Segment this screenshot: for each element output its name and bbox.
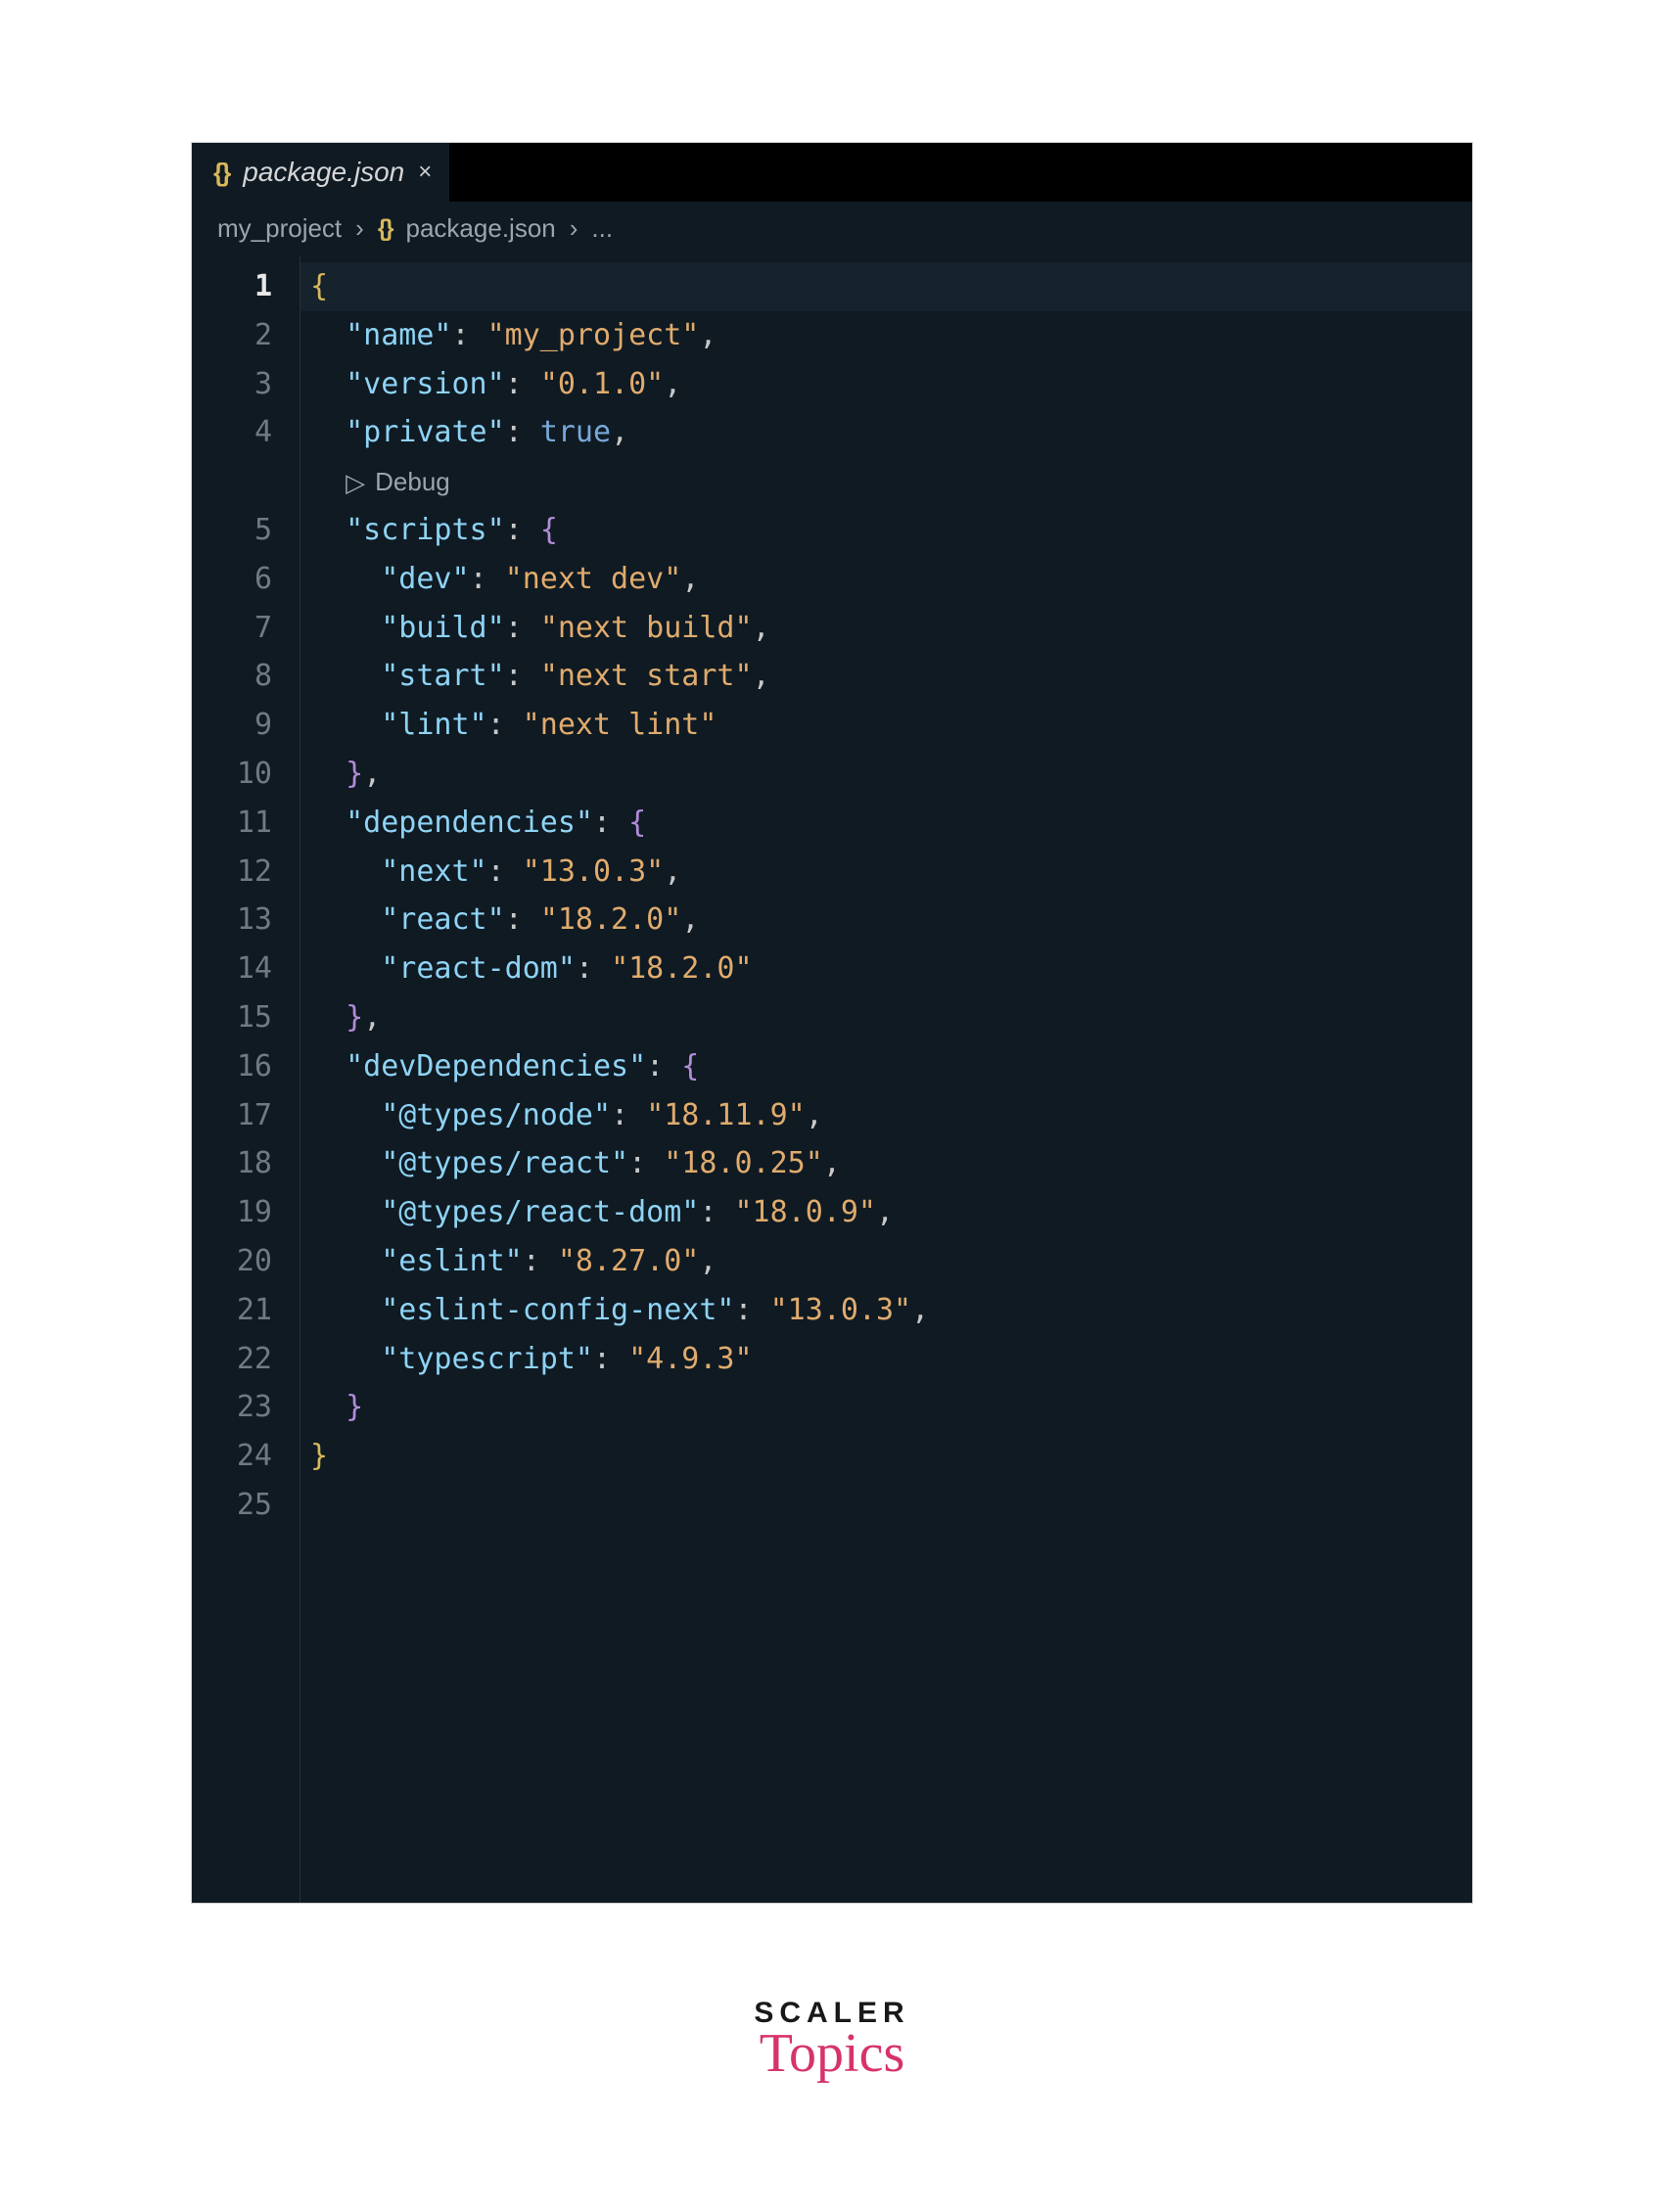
line-number: 12 bbox=[192, 848, 272, 897]
line-number: 6 bbox=[192, 555, 272, 604]
line-number: 3 bbox=[192, 360, 272, 409]
breadcrumb-ellipsis[interactable]: ... bbox=[591, 213, 613, 244]
editor-window: {} package.json × my_project › {} packag… bbox=[191, 142, 1473, 1904]
code-line[interactable]: }, bbox=[300, 993, 1472, 1042]
code-line[interactable]: "react-dom": "18.2.0" bbox=[300, 945, 1472, 993]
code-line[interactable]: "eslint": "8.27.0", bbox=[300, 1237, 1472, 1286]
code-line[interactable]: "typescript": "4.9.3" bbox=[300, 1335, 1472, 1384]
tab-label: package.json bbox=[243, 157, 404, 188]
line-number: 9 bbox=[192, 701, 272, 750]
breadcrumb-segment-file[interactable]: package.json bbox=[406, 213, 556, 244]
line-number: 22 bbox=[192, 1335, 272, 1384]
code-line[interactable]: ▷Debug bbox=[300, 457, 1472, 506]
code-line[interactable]: "eslint-config-next": "13.0.3", bbox=[300, 1286, 1472, 1335]
code-line[interactable] bbox=[300, 1481, 1472, 1530]
code-line[interactable]: "lint": "next lint" bbox=[300, 701, 1472, 750]
json-file-icon: {} bbox=[378, 215, 393, 243]
code-line[interactable]: "name": "my_project", bbox=[300, 311, 1472, 360]
code-line[interactable]: "dev": "next dev", bbox=[300, 555, 1472, 604]
line-number: 1 bbox=[192, 262, 272, 311]
play-outline-icon: ▷ bbox=[346, 462, 365, 504]
line-number: 8 bbox=[192, 652, 272, 701]
code-line[interactable]: "start": "next start", bbox=[300, 652, 1472, 701]
code-line[interactable]: "version": "0.1.0", bbox=[300, 360, 1472, 409]
line-number: 20 bbox=[192, 1237, 272, 1286]
tab-bar: {} package.json × bbox=[192, 143, 1472, 202]
code-line[interactable]: }, bbox=[300, 750, 1472, 799]
line-number: 13 bbox=[192, 896, 272, 945]
code-line[interactable]: "next": "13.0.3", bbox=[300, 848, 1472, 897]
code-line[interactable]: "@types/react": "18.0.25", bbox=[300, 1139, 1472, 1188]
code-line[interactable]: "devDependencies": { bbox=[300, 1042, 1472, 1091]
code-line[interactable]: "private": true, bbox=[300, 408, 1472, 457]
line-number: 18 bbox=[192, 1139, 272, 1188]
code-line[interactable]: "react": "18.2.0", bbox=[300, 896, 1472, 945]
scaler-topics-logo: SCALER Topics bbox=[0, 1997, 1664, 2085]
line-number: 5 bbox=[192, 506, 272, 555]
line-number: 7 bbox=[192, 604, 272, 653]
line-number: 24 bbox=[192, 1432, 272, 1481]
line-number: 25 bbox=[192, 1481, 272, 1530]
logo-line2: Topics bbox=[0, 2022, 1664, 2085]
chevron-right-icon: › bbox=[570, 213, 578, 244]
line-number: 11 bbox=[192, 799, 272, 848]
tab-package-json[interactable]: {} package.json × bbox=[192, 143, 450, 202]
code-line[interactable]: } bbox=[300, 1432, 1472, 1481]
close-icon[interactable]: × bbox=[418, 159, 432, 186]
chevron-right-icon: › bbox=[355, 213, 364, 244]
line-number: 17 bbox=[192, 1091, 272, 1140]
breadcrumb-segment-project[interactable]: my_project bbox=[217, 213, 342, 244]
debug-codelens[interactable]: ▷Debug bbox=[346, 461, 450, 503]
code-line[interactable]: "@types/node": "18.11.9", bbox=[300, 1091, 1472, 1140]
code-content[interactable]: { "name": "my_project", "version": "0.1.… bbox=[300, 256, 1472, 1903]
line-number: 23 bbox=[192, 1383, 272, 1432]
line-number: 10 bbox=[192, 750, 272, 799]
line-number: 15 bbox=[192, 993, 272, 1042]
code-area[interactable]: 1234.56789101112131415161718192021222324… bbox=[192, 256, 1472, 1903]
line-number: 4 bbox=[192, 408, 272, 457]
line-number: 14 bbox=[192, 945, 272, 993]
line-number: 19 bbox=[192, 1188, 272, 1237]
breadcrumb[interactable]: my_project › {} package.json › ... bbox=[192, 202, 1472, 256]
code-line[interactable]: "dependencies": { bbox=[300, 799, 1472, 848]
code-line[interactable]: } bbox=[300, 1383, 1472, 1432]
line-number-gutter: 1234.56789101112131415161718192021222324… bbox=[192, 256, 300, 1903]
debug-label: Debug bbox=[375, 461, 450, 503]
code-line[interactable]: "scripts": { bbox=[300, 506, 1472, 555]
code-line[interactable]: { bbox=[300, 262, 1472, 311]
line-number: 21 bbox=[192, 1286, 272, 1335]
code-line[interactable]: "@types/react-dom": "18.0.9", bbox=[300, 1188, 1472, 1237]
line-number: 2 bbox=[192, 311, 272, 360]
json-file-icon: {} bbox=[213, 158, 229, 188]
code-line[interactable]: "build": "next build", bbox=[300, 604, 1472, 653]
line-number: 16 bbox=[192, 1042, 272, 1091]
